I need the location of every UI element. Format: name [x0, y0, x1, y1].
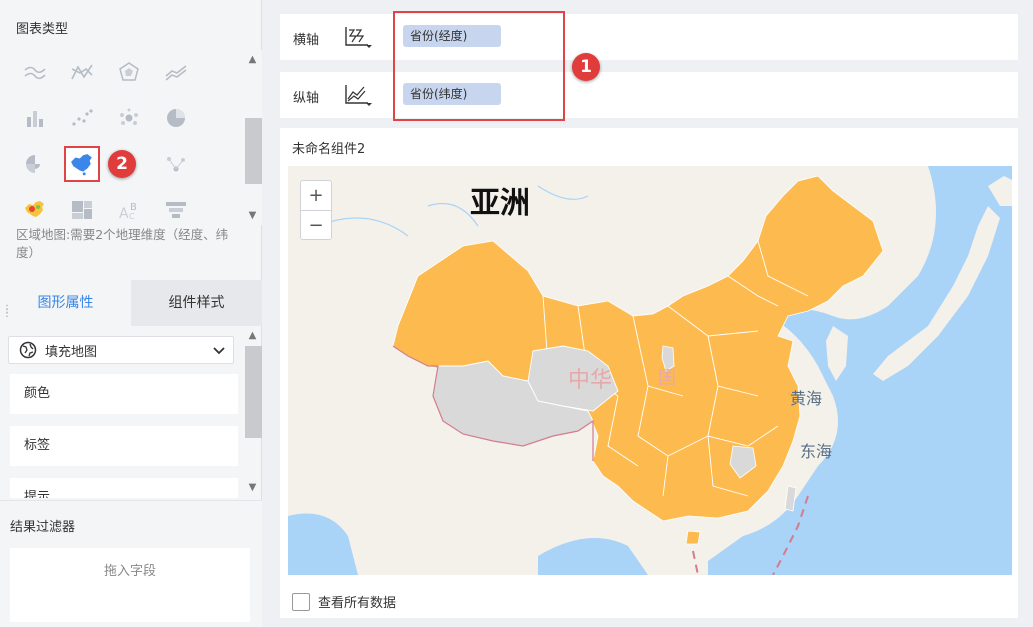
view-all-data-checkbox[interactable]: 查看所有数据 [292, 592, 396, 611]
result-filter-title: 结果过滤器 [10, 520, 76, 535]
filter-drop-zone[interactable]: 拖入字段 [10, 548, 250, 622]
chart-description: 区域地图:需要2个地理维度（经度、纬度） [16, 227, 229, 260]
result-filter: 结果过滤器 拖入字段 [0, 500, 262, 627]
map-canvas [288, 166, 1012, 575]
y-axis-row: 纵轴 省份(纬度) [280, 72, 1018, 118]
scroll-up-icon[interactable]: ▲ [247, 54, 258, 65]
scroll-down-icon[interactable]: ▼ [247, 482, 258, 493]
property-tooltip[interactable]: 提示 [10, 478, 238, 498]
bubble-chart-icon[interactable] [114, 103, 144, 133]
chart-type-grid: ABC [10, 50, 242, 225]
tab-component-style[interactable]: 组件样式 [131, 280, 262, 326]
map-label-country: 中华 [568, 368, 613, 393]
globe-icon [19, 341, 37, 359]
component-title: 未命名组件2 [292, 142, 366, 157]
view-all-data-label: 查看所有数据 [318, 596, 397, 611]
map-type-select[interactable]: 填充地图 [8, 336, 234, 364]
zoom-out-button[interactable]: − [301, 210, 331, 239]
scroll-up-icon[interactable]: ▲ [247, 330, 258, 341]
map-label-continent: 亚洲 [470, 186, 530, 221]
treemap-chart-icon[interactable] [67, 195, 97, 225]
step-badge-1: 1 [572, 53, 600, 81]
chart-type-scrollbar[interactable]: ▲ ▼ [243, 50, 262, 225]
step-badge-2: 2 [108, 150, 136, 178]
scroll-thumb[interactable] [245, 118, 262, 184]
rose-chart-icon[interactable] [20, 149, 50, 179]
property-label[interactable]: 标签 [10, 426, 238, 466]
map-label-country-tail: 国 [658, 368, 676, 389]
x-axis-label: 横轴 [293, 33, 320, 48]
axis-highlight-box [393, 11, 565, 121]
y-axis-label: 纵轴 [293, 91, 320, 106]
flow-map-chart-icon[interactable] [161, 149, 191, 179]
word-cloud-chart-icon[interactable]: ABC [114, 195, 144, 225]
svg-text:A: A [119, 206, 129, 221]
fill-map[interactable]: + − 亚洲 中华 国 黄海 东海 [288, 166, 1012, 575]
chevron-down-icon [213, 347, 225, 355]
radar-chart-icon[interactable] [114, 57, 144, 87]
chart-type-title: 图表类型 [16, 22, 69, 37]
polyline-chart-icon[interactable] [67, 57, 97, 87]
map-label-yellow-sea: 黄海 [790, 389, 823, 408]
property-scrollbar[interactable]: ▲ ▼ [243, 326, 262, 498]
pie-chart-icon[interactable] [161, 103, 191, 133]
multi-line-chart-icon[interactable] [20, 57, 50, 87]
property-color[interactable]: 颜色 [10, 374, 238, 414]
map-zoom-control: + − [300, 180, 332, 240]
property-tabs: 图形属性 组件样式 [0, 280, 262, 326]
fill-map-chart-icon[interactable] [64, 146, 100, 182]
map-label-east-sea: 东海 [800, 442, 833, 461]
y-axis-type-icon[interactable] [344, 83, 372, 107]
component-panel: 未命名组件2 + − 亚洲 中华 国 黄海 东海 查看所有数据 [280, 128, 1018, 618]
property-list: 填充地图 颜色 标签 提示 [0, 326, 262, 498]
zoom-in-button[interactable]: + [301, 181, 331, 210]
stacked-bar-chart-icon[interactable] [20, 103, 50, 133]
drag-handle-icon[interactable]: ⋮ ⋮ [2, 305, 12, 319]
left-panel: 图表类型 A B C ▲ ▼ 区域地图:需要2个地理维度（经度、纬度） 图形属性… [0, 0, 262, 627]
map-type-label: 填充地图 [45, 344, 98, 360]
scatter-chart-icon[interactable] [67, 103, 97, 133]
area-chart-icon[interactable] [161, 57, 191, 87]
tab-graphic-properties[interactable]: 图形属性 [0, 280, 131, 326]
scroll-thumb[interactable] [245, 346, 262, 438]
x-axis-type-icon[interactable] [344, 25, 372, 49]
scroll-down-icon[interactable]: ▼ [247, 210, 258, 221]
checkbox-box[interactable] [292, 592, 310, 611]
svg-text:C: C [129, 212, 135, 221]
heat-map-chart-icon[interactable] [20, 195, 50, 225]
funnel-chart-icon[interactable] [161, 195, 191, 225]
x-axis-row: 横轴 省份(经度) [280, 14, 1018, 60]
